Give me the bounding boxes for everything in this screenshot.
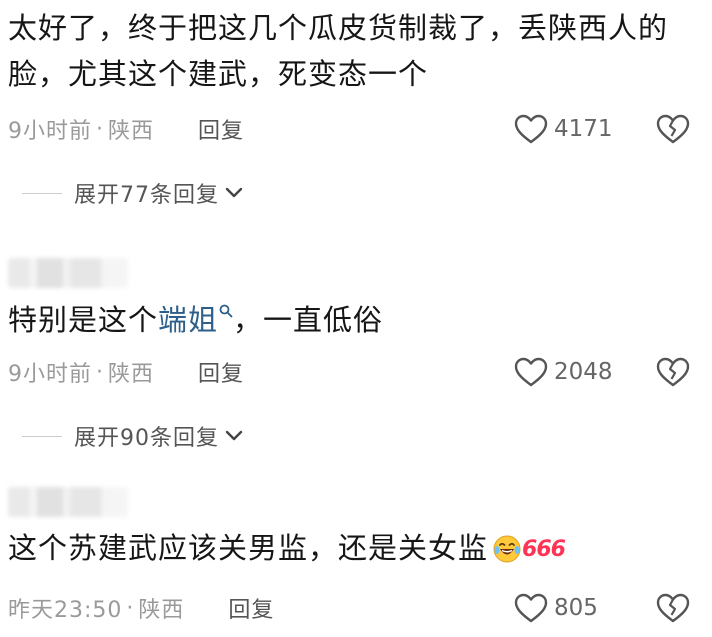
expand-replies-button[interactable]: 展开90条回复 — [22, 421, 243, 451]
broken-heart-icon — [656, 357, 690, 387]
divider-line — [22, 435, 62, 437]
expand-replies-button[interactable]: 展开77条回复 — [22, 178, 243, 208]
comment-time: 9小时前 — [8, 119, 92, 144]
broken-heart-icon — [656, 114, 690, 144]
heart-icon — [514, 357, 548, 387]
dislike-button[interactable] — [656, 111, 690, 147]
meta-separator: · — [96, 116, 104, 142]
comment-time: 9小时前 — [8, 362, 92, 387]
username-blurred — [8, 258, 128, 288]
like-count: 2048 — [554, 359, 613, 385]
comment-location: 陕西 — [108, 362, 155, 387]
badge-666: 666 — [522, 537, 566, 562]
expand-replies-label: 展开77条回复 — [74, 183, 219, 208]
comment-meta: 9小时前 · 陕西 回复 — [8, 356, 244, 388]
reply-button[interactable]: 回复 — [198, 113, 244, 145]
comment-text: 这个苏建武应该关男监，还是关女监 666 — [8, 525, 700, 577]
comment-location: 陕西 — [138, 598, 185, 623]
divider-line — [22, 192, 62, 194]
comment-text-part: 这个苏建武应该关男监，还是关女监 — [8, 531, 489, 565]
like-count: 805 — [554, 595, 598, 621]
dislike-button[interactable] — [656, 590, 690, 626]
comment-meta: 昨天23:50 · 陕西 回复 — [8, 592, 274, 624]
chevron-down-icon — [225, 430, 243, 441]
like-button[interactable]: 2048 — [514, 354, 613, 390]
dislike-button[interactable] — [656, 354, 690, 390]
comment-text-part: 特别是这个 — [8, 303, 159, 337]
heart-icon — [514, 114, 548, 144]
comment-text-part: ，一直低俗 — [233, 303, 384, 337]
reply-button[interactable]: 回复 — [228, 592, 274, 624]
username-blurred — [8, 487, 128, 517]
search-icon — [219, 304, 233, 318]
comment-text: 特别是这个端姐 ，一直低俗 — [8, 297, 700, 343]
expand-replies-label: 展开90条回复 — [74, 426, 219, 451]
comment-text: 太好了，终于把这几个瓜皮货制裁了，丢陕西人的脸，尤其这个建武，死变态一个 — [8, 11, 669, 91]
meta-separator: · — [96, 359, 104, 385]
like-button[interactable]: 805 — [514, 590, 598, 626]
heart-icon — [514, 593, 548, 623]
laughing-emoji-icon — [492, 531, 522, 577]
meta-separator: · — [126, 595, 135, 621]
like-count: 4171 — [554, 116, 613, 142]
reply-button[interactable]: 回复 — [198, 356, 244, 388]
mention-link[interactable]: 端姐 — [158, 303, 233, 337]
like-button[interactable]: 4171 — [514, 111, 613, 147]
mention-text: 端姐 — [158, 303, 219, 337]
broken-heart-icon — [656, 593, 690, 623]
comment-meta: 9小时前 · 陕西 回复 — [8, 113, 244, 145]
comment-time: 昨天23:50 — [8, 598, 123, 623]
chevron-down-icon — [225, 187, 243, 198]
comment-location: 陕西 — [108, 119, 155, 144]
